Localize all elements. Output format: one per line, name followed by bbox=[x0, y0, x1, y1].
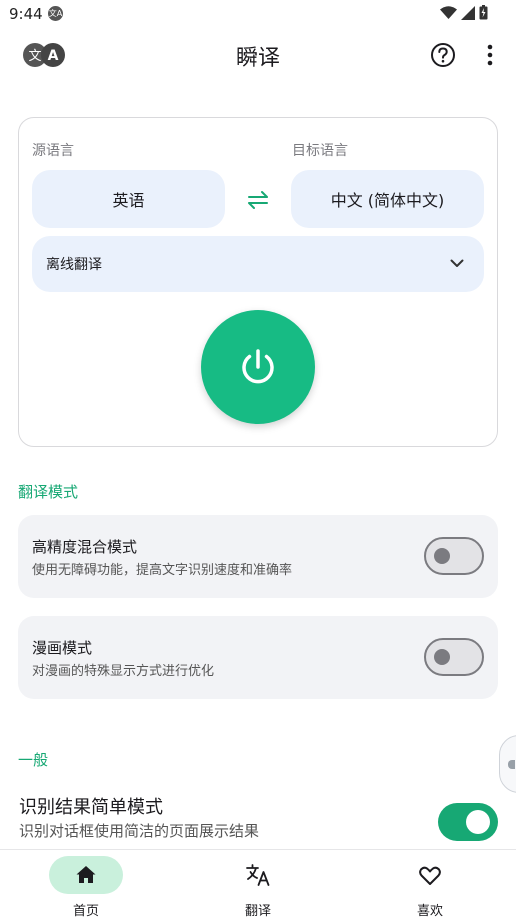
section-header-general: 一般 bbox=[18, 751, 49, 769]
handle-grip-icon bbox=[508, 760, 515, 769]
setting-high-precision[interactable]: 高精度混合模式 使用无障碍功能，提高文字识别速度和准确率 bbox=[18, 515, 498, 598]
battery-icon bbox=[479, 5, 488, 20]
more-vert-icon[interactable] bbox=[480, 42, 500, 68]
status-bar: 9:44 文A bbox=[0, 0, 516, 28]
section-header-translation-mode: 翻译模式 bbox=[18, 483, 79, 501]
status-icons bbox=[440, 5, 488, 20]
target-language-label: 目标语言 bbox=[292, 143, 348, 159]
setting-description: 使用无障碍功能，提高文字识别速度和准确率 bbox=[32, 563, 293, 578]
setting-simple-result-description: 识别对话框使用简洁的页面展示结果 bbox=[19, 822, 260, 840]
nav-label-favorites: 喜欢 bbox=[416, 904, 443, 917]
power-button[interactable] bbox=[201, 310, 315, 424]
target-language-value: 中文 (简体中文) bbox=[330, 191, 445, 210]
source-language-value: 英语 bbox=[112, 191, 145, 210]
status-time: 9:44 bbox=[9, 5, 43, 23]
bottom-navigation: 首页 翻译 喜欢 bbox=[0, 849, 516, 917]
toggle-thumb bbox=[434, 649, 450, 665]
comic-mode-toggle[interactable] bbox=[424, 638, 484, 676]
simple-result-toggle[interactable] bbox=[438, 803, 498, 841]
app-bar: 文 A 瞬译 bbox=[0, 28, 516, 84]
nav-item-translate[interactable]: 翻译 bbox=[172, 850, 344, 917]
translate-card: 源语言 目标语言 英语 中文 (简体中文) 离线翻译 bbox=[18, 117, 498, 447]
toggle-thumb bbox=[466, 810, 490, 834]
signal-icon bbox=[461, 5, 475, 20]
help-circle-icon[interactable] bbox=[430, 42, 456, 68]
floating-side-handle[interactable] bbox=[499, 735, 516, 793]
nav-item-home[interactable]: 首页 bbox=[0, 850, 172, 917]
source-language-label: 源语言 bbox=[32, 143, 74, 159]
high-precision-toggle[interactable] bbox=[424, 537, 484, 575]
translation-mode-value: 离线翻译 bbox=[46, 257, 102, 273]
home-icon bbox=[76, 866, 96, 883]
nav-label-home: 首页 bbox=[72, 904, 99, 917]
source-language-button[interactable]: 英语 bbox=[32, 170, 225, 228]
power-icon bbox=[242, 349, 274, 384]
setting-description: 对漫画的特殊显示方式进行优化 bbox=[32, 664, 215, 679]
translate-icon bbox=[246, 864, 270, 886]
chevron-down-icon bbox=[450, 259, 464, 267]
wifi-icon bbox=[440, 5, 457, 19]
setting-title: 高精度混合模式 bbox=[32, 538, 138, 556]
toggle-thumb bbox=[434, 548, 450, 564]
nav-label-translate: 翻译 bbox=[244, 904, 271, 917]
setting-simple-result-title: 识别结果简单模式 bbox=[19, 797, 163, 818]
setting-comic-mode[interactable]: 漫画模式 对漫画的特殊显示方式进行优化 bbox=[18, 616, 498, 699]
heart-icon bbox=[419, 866, 441, 885]
translation-mode-dropdown[interactable]: 离线翻译 bbox=[32, 236, 484, 292]
swap-arrows-icon[interactable] bbox=[243, 188, 273, 212]
nav-item-favorites[interactable]: 喜欢 bbox=[344, 850, 516, 917]
target-language-button[interactable]: 中文 (简体中文) bbox=[291, 170, 484, 228]
notification-translate-icon: 文A bbox=[48, 6, 63, 21]
setting-title: 漫画模式 bbox=[32, 639, 93, 657]
